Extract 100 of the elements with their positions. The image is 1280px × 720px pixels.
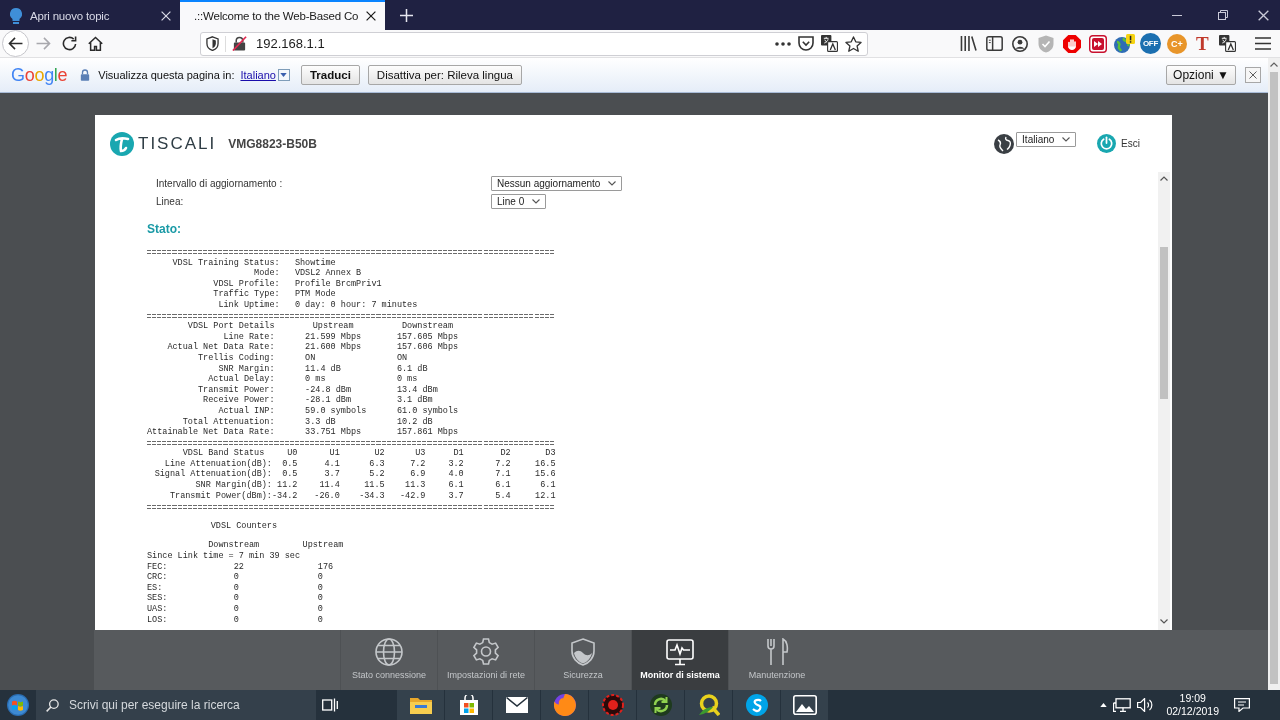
clock-date: 02/12/2019 (1166, 705, 1219, 718)
table-cell: 5.4 (495, 490, 511, 502)
column-header: Upstream (302, 540, 344, 552)
setting-select[interactable]: Line 0 (491, 194, 547, 209)
browser-tab[interactable]: .::Welcome to the Web-Based Co (180, 0, 386, 30)
lock-strike-icon[interactable] (232, 36, 247, 51)
status-label: Link Uptime: (218, 299, 280, 311)
scroll-down-icon[interactable] (1160, 619, 1168, 624)
photo-mountain-icon (792, 695, 817, 715)
scrollbar-thumb[interactable] (1160, 247, 1168, 399)
row-label: Attainable Net Data Rate: (147, 427, 275, 438)
scroll-up-icon[interactable] (1270, 62, 1278, 67)
model-name: VMG8823-B50B (228, 136, 317, 151)
table-cell: 6.1 (495, 480, 511, 491)
logout-button[interactable]: Esci (1097, 134, 1140, 153)
table-cell: 0 ms (396, 374, 418, 385)
table-cell: 4.1 (324, 458, 340, 470)
extension-button[interactable]: T (1196, 34, 1209, 53)
home-icon (87, 36, 103, 51)
scrollbar[interactable] (1158, 172, 1170, 630)
extension-button[interactable]: OFF (1140, 33, 1161, 54)
table-cell: 7.2 (410, 458, 426, 470)
table-cell: 11.2 (277, 480, 298, 491)
dropdown-arrow-icon (280, 73, 288, 77)
column-header: U3 (415, 448, 426, 459)
back-button[interactable] (2, 30, 29, 57)
table-cell: 0 (233, 593, 239, 604)
more-icon[interactable] (775, 41, 791, 46)
stop-hand-icon (1063, 34, 1081, 53)
language-link[interactable]: Italiano (240, 69, 276, 81)
taskbar-app-button[interactable] (492, 690, 540, 720)
table-cell: 0.5 (282, 469, 298, 481)
close-button[interactable] (1245, 67, 1261, 83)
language-dropdown-button[interactable] (277, 69, 290, 81)
power-icon (1097, 134, 1117, 153)
star-icon[interactable] (845, 35, 862, 52)
table-cell: 3.3 dB (305, 416, 336, 428)
status-label: VDSL Training Status: (172, 257, 280, 268)
taskbar-app-button[interactable] (732, 690, 780, 720)
browser-tab[interactable]: Apri nuovo topic (0, 0, 180, 30)
table-cell: 7.1 (495, 469, 511, 481)
search-icon (46, 698, 59, 712)
status-label: VDSL Profile: (213, 278, 280, 289)
globe-alert-icon (1113, 33, 1135, 54)
row-label: SNR Margin(dB): (195, 480, 272, 491)
globe-icon (375, 638, 403, 666)
row-label: UAS: (147, 604, 168, 615)
translate-button[interactable]: Traduci (300, 65, 360, 85)
chevron-up-icon (1100, 703, 1108, 707)
table-cell: 0 (317, 593, 323, 604)
column-header: U0 (287, 448, 298, 459)
row-label: SES: (147, 593, 168, 604)
language-select[interactable]: Italiano (1016, 132, 1077, 147)
row-label: Line Rate: (223, 331, 275, 343)
table-cell: 21.600 Mbps (305, 342, 362, 353)
sync-icon (649, 694, 672, 716)
taskbar-app-button[interactable] (396, 690, 444, 720)
column-header: Downstream (402, 321, 454, 332)
table-cell-text: 13.4 dBm (396, 384, 438, 395)
close-icon[interactable] (366, 11, 377, 21)
table-cell: 157.606 Mbps (396, 342, 459, 353)
taskbar-app-button[interactable] (444, 690, 492, 720)
column-header: D1 (453, 448, 464, 459)
nav-tab[interactable]: Monitor di sistema (631, 630, 728, 690)
table-cell: 16.5 (535, 458, 556, 470)
column-header: D3 (545, 448, 556, 459)
table-cell: 11.4 dB (305, 363, 341, 375)
back-icon (8, 37, 23, 50)
table-cell: 0 (233, 604, 239, 615)
forward-icon (35, 37, 51, 50)
column-header: D2 (500, 448, 511, 459)
address-field[interactable]: 192.168.1.1 (200, 31, 868, 56)
status-value: VDSL2 Annex B (294, 268, 362, 279)
scrollbar-thumb[interactable] (1270, 72, 1278, 684)
status-value: PTM Mode (294, 289, 336, 300)
table-cell: 6.1 (448, 480, 464, 491)
setting-label: Intervallo di aggiornamento : (156, 178, 283, 189)
taskbar-app-button[interactable] (684, 690, 732, 720)
shopping-bag-icon (458, 695, 479, 715)
options-button[interactable]: Opzioni ▼ (1166, 65, 1236, 85)
table-cell: 7.2 (495, 458, 511, 470)
taskbar-app-button[interactable] (540, 690, 588, 720)
minimize-icon (1172, 14, 1182, 16)
notification-button[interactable] (1231, 698, 1253, 712)
search-field[interactable]: Scrivi qui per eseguire la ricerca (36, 690, 316, 720)
translate-icon[interactable] (821, 35, 838, 52)
notification-icon (1234, 698, 1250, 712)
row-label: Actual Net Data Rate: (167, 342, 275, 353)
table-cell: 33.751 Mbps (305, 427, 362, 438)
column-header: Downstream (208, 540, 260, 551)
scroll-up-icon[interactable] (1160, 176, 1168, 181)
taskbar-app-button[interactable] (636, 690, 684, 720)
chevron-shield-icon[interactable] (798, 36, 814, 51)
row-label: SNR Margin: (218, 363, 275, 374)
status-value: Profile BrcmPriv1 (294, 278, 382, 289)
scrollbar[interactable] (1268, 58, 1280, 690)
taskbar-app-button[interactable] (780, 690, 828, 720)
disable-button[interactable]: Disattiva per: Rileva lingua (367, 65, 522, 85)
setting-select[interactable]: Nessun aggiornamento (491, 176, 623, 191)
shield-icon[interactable] (206, 36, 219, 51)
